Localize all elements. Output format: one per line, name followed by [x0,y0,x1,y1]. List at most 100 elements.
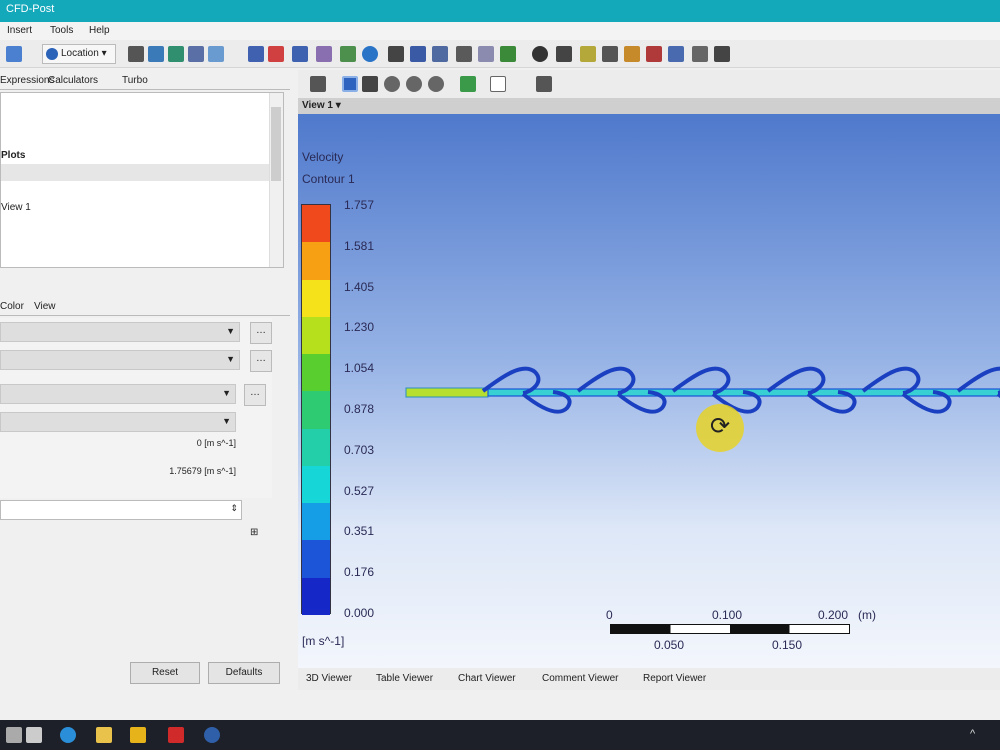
tree-icon[interactable] [128,46,144,62]
details-panel: ▼ … ▼ … ▼ … ▼ 0 [m s^-1] 1.75679 [m s^-1… [0,318,272,498]
zoom-box-icon[interactable] [406,76,422,92]
scale-label-0150: 0.150 [772,638,803,652]
particle-icon[interactable] [292,46,308,62]
timestep-icon[interactable] [532,46,548,62]
animation-icon[interactable] [556,46,572,62]
velocity-contour-geometry [405,366,1000,414]
3d-viewport[interactable]: Velocity Contour 1 1.757 1.581 1.405 1.230 1… [298,114,1000,668]
tab-turbo[interactable]: Turbo [122,75,148,86]
expand-icon[interactable]: ⊞ [250,527,258,538]
menu-bar: Insert Tools Help [0,22,1000,40]
expression-icon[interactable] [410,46,426,62]
defaults-button[interactable]: Defaults [208,662,280,684]
comment-icon[interactable] [478,46,494,62]
variable-browse-button[interactable]: … [250,350,272,372]
contour-icon[interactable] [268,46,284,62]
rotate-cursor-icon: ⟳ [696,404,744,452]
tree-scroll-thumb[interactable] [271,107,281,181]
sphere-icon[interactable] [362,46,378,62]
range-max-value: 1.75679 [m s^-1] [169,466,236,476]
rotate-icon[interactable] [342,76,358,92]
viewer-tabs: 3D Viewer Table Viewer Chart Viewer Comm… [298,668,1000,690]
view-selector[interactable]: View 1 ▾ [298,98,1000,114]
volume-icon[interactable] [208,46,224,62]
hybrid-select[interactable]: ▼ [0,412,236,432]
tab-color[interactable]: Color [0,301,24,312]
plane-icon[interactable] [148,46,164,62]
polyline-icon[interactable] [340,46,356,62]
new-icon[interactable] [6,46,22,62]
tree-item-plots[interactable]: Plots [1,150,25,161]
tree-scrollbar[interactable] [269,93,283,267]
menu-tools[interactable]: Tools [50,25,73,36]
reset-button[interactable]: Reset [130,662,200,684]
taskbar: ^ [0,720,1000,750]
mesh-icon[interactable] [668,46,684,62]
figure-icon[interactable] [500,46,516,62]
range-select[interactable]: ▼ [0,384,236,404]
ansys-workbench-icon[interactable] [130,727,146,743]
print-icon[interactable] [692,46,708,62]
chevron-down-icon: ▼ [226,326,235,336]
location-icon [46,48,58,60]
cfd-post-icon[interactable] [204,727,220,743]
viewer-toolbar [298,70,1000,98]
mode-select[interactable]: ▼ [0,322,240,342]
probe-icon[interactable] [602,46,618,62]
function-icon[interactable] [624,46,640,62]
tab-chart-viewer[interactable]: Chart Viewer [458,673,516,684]
acrobat-icon[interactable] [168,727,184,743]
tab-comment-viewer[interactable]: Comment Viewer [542,673,619,684]
tray-chevron-icon[interactable]: ^ [970,728,975,740]
chart-icon[interactable] [456,46,472,62]
outline-tree: Plots View 1 [0,92,284,268]
menu-insert[interactable]: Insert [7,25,32,36]
axes-icon[interactable] [536,76,552,92]
view-label: View 1 ▾ [302,100,341,111]
isosurface-icon[interactable] [316,46,332,62]
chevron-down-icon: ▼ [222,416,231,426]
command-editor-icon[interactable] [714,46,730,62]
quick-editor-icon[interactable] [580,46,596,62]
edge-icon[interactable] [60,727,76,743]
variable-icon[interactable] [388,46,404,62]
macro-icon[interactable] [646,46,662,62]
table-icon[interactable] [432,46,448,62]
spinner-arrows-icon: ⇕ [230,503,238,513]
tab-expressions[interactable]: Expressions [0,75,54,86]
store-icon[interactable] [26,727,42,743]
location-button[interactable]: Location ▾ [42,44,116,64]
tab-table-viewer[interactable]: Table Viewer [376,673,433,684]
pan-icon[interactable] [362,76,378,92]
viewport-layout-icon[interactable] [490,76,506,92]
windows-start-icon[interactable] [6,727,22,743]
app-title: CFD-Post [6,3,55,15]
tab-calculators[interactable]: Calculators [48,75,98,86]
variable-select[interactable]: ▼ [0,350,240,370]
zoom-icon[interactable] [384,76,400,92]
main-toolbar [0,40,1000,68]
select-icon[interactable] [310,76,326,92]
vector-icon[interactable] [248,46,264,62]
location-label: Location [61,48,99,59]
scale-unit: (m) [858,608,876,622]
fit-view-icon[interactable] [460,76,476,92]
details-tabs: Color View [0,298,290,316]
menu-help[interactable]: Help [89,25,110,36]
tab-report-viewer[interactable]: Report Viewer [643,673,706,684]
file-explorer-icon[interactable] [96,727,112,743]
range-browse-button[interactable]: … [244,384,266,406]
contours-spinner[interactable]: ⇕ [0,500,242,520]
tree-item-view[interactable]: View 1 [1,202,31,213]
title-bar: CFD-Post [0,0,1000,22]
tab-3d-viewer[interactable]: 3D Viewer [306,673,352,684]
selected-row [1,164,271,181]
zoom-fit-icon[interactable] [428,76,444,92]
tab-view[interactable]: View [34,301,56,312]
scale-bar [610,624,850,634]
scale-label-0200: 0.200 [818,608,849,622]
surface-icon[interactable] [168,46,184,62]
streamline-icon[interactable] [188,46,204,62]
mode-browse-button[interactable]: … [250,322,272,344]
chevron-down-icon: ▼ [222,388,231,398]
